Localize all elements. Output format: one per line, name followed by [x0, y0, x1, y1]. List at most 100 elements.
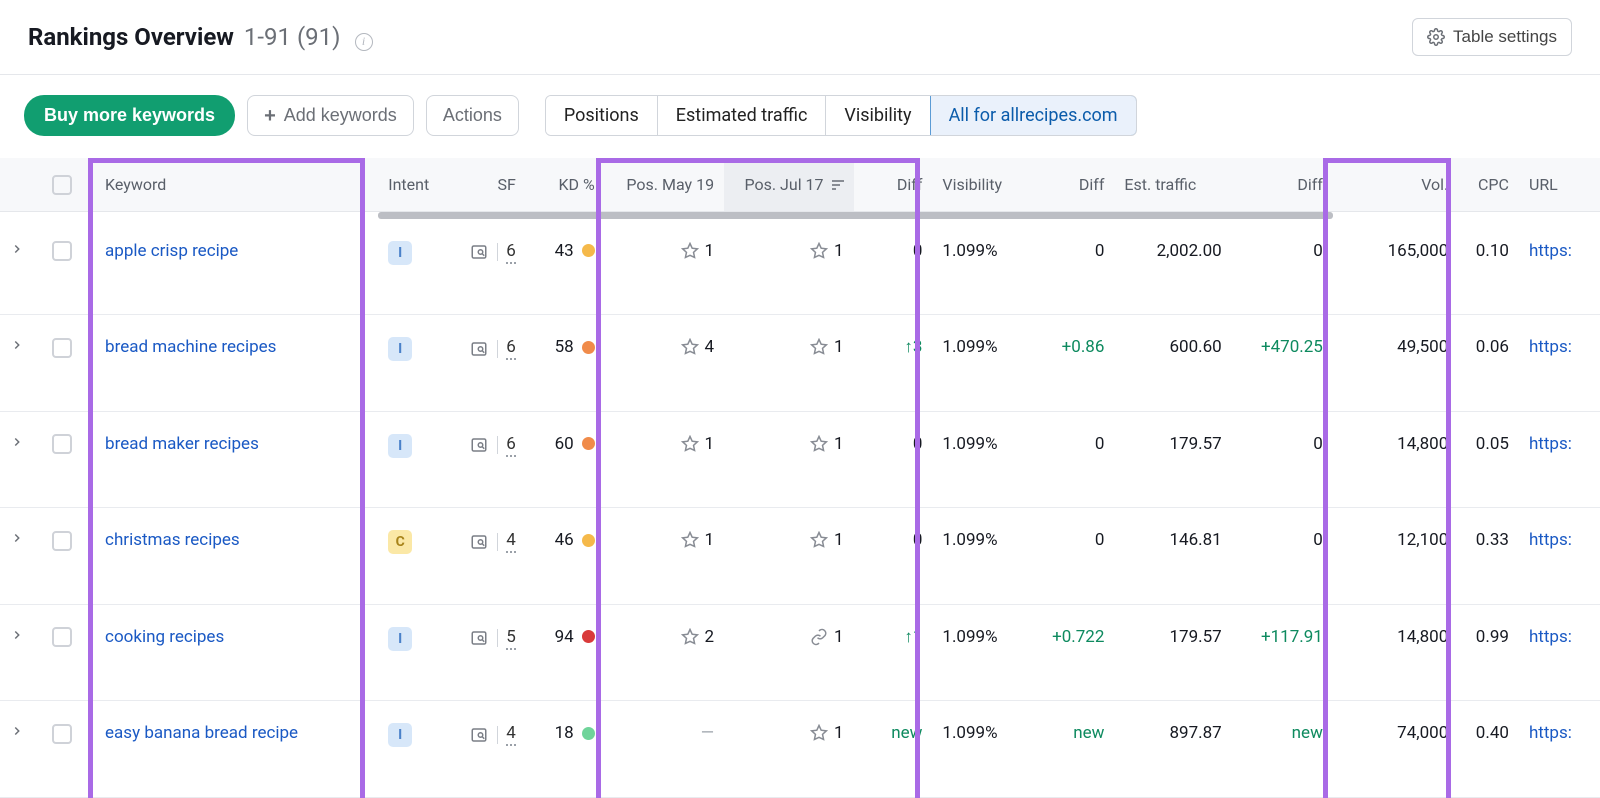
- checkbox-icon[interactable]: [52, 241, 72, 261]
- position-value: 1: [681, 530, 715, 550]
- col-kd[interactable]: KD %: [526, 158, 605, 211]
- position-value: 1: [810, 723, 844, 743]
- horizontal-scrollbar[interactable]: [378, 212, 1333, 219]
- diff-traffic: 0: [1232, 508, 1333, 605]
- position-value: 4: [681, 337, 715, 357]
- url-link[interactable]: https:: [1519, 604, 1600, 701]
- table-settings-button[interactable]: Table settings: [1412, 18, 1572, 56]
- checkbox-icon[interactable]: [52, 338, 72, 358]
- row-expand[interactable]: [0, 604, 42, 701]
- kd-value: 43: [555, 241, 574, 261]
- col-diff-position[interactable]: Diff: [854, 158, 933, 211]
- divider: [497, 629, 498, 647]
- cpc-value: 0.06: [1458, 315, 1519, 412]
- sf-cell[interactable]: 4: [449, 701, 526, 798]
- diff-position: 0: [854, 219, 933, 315]
- intent-badge[interactable]: I: [388, 434, 412, 458]
- checkbox-icon[interactable]: [52, 724, 72, 744]
- intent-badge[interactable]: I: [388, 627, 412, 651]
- diff-visibility: +0.722: [1034, 604, 1115, 701]
- info-icon[interactable]: i: [355, 33, 373, 51]
- url-link[interactable]: https:: [1519, 219, 1600, 315]
- row-expand[interactable]: [0, 701, 42, 798]
- url-link[interactable]: https:: [1519, 701, 1600, 798]
- url-link[interactable]: https:: [1519, 411, 1600, 508]
- buy-more-keywords-button[interactable]: Buy more keywords: [24, 95, 235, 136]
- checkbox-icon[interactable]: [52, 627, 72, 647]
- col-pos-jul[interactable]: Pos. Jul 17: [724, 158, 853, 211]
- col-cpc[interactable]: CPC: [1458, 158, 1519, 211]
- sf-count: 4: [506, 530, 516, 553]
- est-traffic-value: 179.57: [1114, 604, 1231, 701]
- table-container: Keyword Intent SF KD % Pos. May 19 Pos. …: [0, 158, 1600, 798]
- sf-count: 6: [506, 241, 516, 264]
- tab-positions[interactable]: Positions: [546, 96, 658, 135]
- checkbox-icon[interactable]: [52, 434, 72, 454]
- sf-cell[interactable]: 5: [449, 604, 526, 701]
- star-icon: [810, 338, 828, 356]
- star-icon: [681, 435, 699, 453]
- gear-icon: [1427, 28, 1445, 46]
- url-link[interactable]: https:: [1519, 508, 1600, 605]
- row-checkbox[interactable]: [42, 411, 95, 508]
- intent-badge[interactable]: I: [388, 723, 412, 747]
- checkbox-icon[interactable]: [52, 531, 72, 551]
- volume-value: 12,100: [1333, 508, 1458, 605]
- visibility-value: 1.099%: [932, 315, 1033, 412]
- kd-difficulty-dot: [582, 630, 595, 643]
- row-expand[interactable]: [0, 219, 42, 315]
- intent-badge[interactable]: I: [388, 337, 412, 361]
- pos-jul-cell: 1: [724, 701, 853, 798]
- actions-button[interactable]: Actions: [426, 95, 519, 136]
- keyword-link[interactable]: apple crisp recipe: [95, 219, 378, 315]
- row-checkbox[interactable]: [42, 315, 95, 412]
- intent-badge[interactable]: C: [388, 530, 412, 554]
- col-visibility[interactable]: Visibility: [932, 158, 1033, 211]
- est-traffic-value: 600.60: [1114, 315, 1231, 412]
- row-expand[interactable]: [0, 508, 42, 605]
- page-header: Rankings Overview 1-91 (91) i Table sett…: [0, 0, 1600, 75]
- visibility-value: 1.099%: [932, 508, 1033, 605]
- sf-cell[interactable]: 6: [449, 411, 526, 508]
- tab-all-for-domain[interactable]: All for allrecipes.com: [930, 95, 1137, 136]
- row-checkbox[interactable]: [42, 701, 95, 798]
- keyword-link[interactable]: cooking recipes: [95, 604, 378, 701]
- row-expand[interactable]: [0, 315, 42, 412]
- col-intent[interactable]: Intent: [378, 158, 449, 211]
- col-select-all[interactable]: [42, 158, 95, 211]
- col-sf[interactable]: SF: [449, 158, 526, 211]
- row-expand[interactable]: [0, 411, 42, 508]
- row-checkbox[interactable]: [42, 604, 95, 701]
- tab-estimated-traffic[interactable]: Estimated traffic: [658, 96, 827, 135]
- col-diff-visibility[interactable]: Diff: [1034, 158, 1115, 211]
- keyword-link[interactable]: christmas recipes: [95, 508, 378, 605]
- diff-position: 0: [854, 411, 933, 508]
- col-est-traffic[interactable]: Est. traffic: [1114, 158, 1231, 211]
- tab-visibility[interactable]: Visibility: [826, 96, 930, 135]
- sf-cell[interactable]: 6: [449, 315, 526, 412]
- divider: [497, 340, 498, 358]
- url-link[interactable]: https:: [1519, 315, 1600, 412]
- sf-cell[interactable]: 6: [449, 219, 526, 315]
- keyword-link[interactable]: bread machine recipes: [95, 315, 378, 412]
- kd-value: 18: [555, 723, 574, 743]
- plus-icon: +: [264, 106, 276, 126]
- checkbox-icon[interactable]: [52, 175, 72, 195]
- col-url[interactable]: URL: [1519, 158, 1600, 211]
- keyword-link[interactable]: easy banana bread recipe: [95, 701, 378, 798]
- col-keyword[interactable]: Keyword: [95, 158, 378, 211]
- link-icon: [810, 628, 828, 646]
- col-volume[interactable]: Vol.: [1333, 158, 1458, 211]
- position-value: 2: [681, 627, 715, 647]
- intent-badge[interactable]: I: [388, 241, 412, 265]
- row-checkbox[interactable]: [42, 508, 95, 605]
- table-row: bread machine recipes I 6 58 4 1 ↑3 1.09…: [0, 315, 1600, 412]
- intent-cell: I: [378, 219, 449, 315]
- col-pos-may[interactable]: Pos. May 19: [605, 158, 724, 211]
- sf-cell[interactable]: 4: [449, 508, 526, 605]
- keyword-link[interactable]: bread maker recipes: [95, 411, 378, 508]
- row-checkbox[interactable]: [42, 219, 95, 315]
- add-keywords-button[interactable]: + Add keywords: [247, 95, 414, 136]
- divider: [497, 726, 498, 744]
- col-diff-traffic[interactable]: Diff: [1232, 158, 1333, 211]
